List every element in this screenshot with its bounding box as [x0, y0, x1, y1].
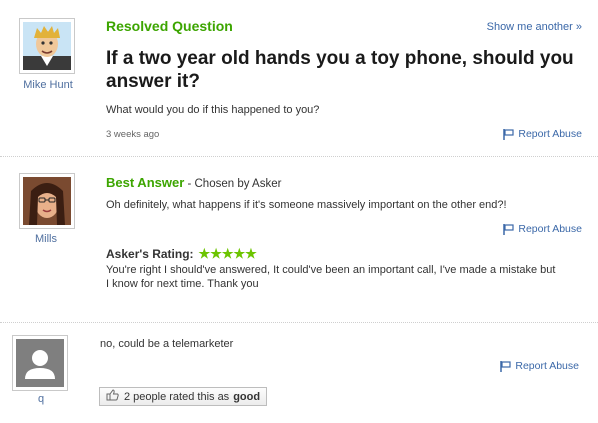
report-abuse-label: Report Abuse — [518, 223, 582, 235]
other-answer-section: q no, could be a telemarketer Report Abu… — [0, 323, 598, 423]
rated-good-button[interactable]: 2 people rated this as good — [99, 387, 268, 406]
askers-rating-label: Asker's Rating: — [106, 247, 194, 261]
other-answerer-avatar[interactable] — [12, 335, 68, 391]
chosen-by-text: - Chosen by Asker — [184, 178, 282, 190]
best-answer-text: Oh definitely, what happens if it's some… — [106, 199, 507, 211]
best-answer-report-abuse[interactable]: Report Abuse — [503, 223, 582, 235]
flag-icon — [503, 129, 514, 140]
flag-icon — [500, 361, 511, 372]
other-answer-report-abuse[interactable]: Report Abuse — [500, 360, 579, 372]
best-answer-section: Mills Best Answer - Chosen by Asker Oh d… — [0, 157, 598, 315]
askers-rating-comment: You're right I should've answered, It co… — [106, 264, 556, 290]
rated-good-label: good — [233, 390, 261, 403]
other-answerer-name[interactable]: q — [1, 393, 81, 405]
askers-rating: Asker's Rating: ★★★★★ — [106, 246, 257, 262]
flag-icon — [503, 224, 514, 235]
asker-name[interactable]: Mike Hunt — [8, 79, 88, 91]
question-details: What would you do if this happened to yo… — [106, 104, 320, 116]
best-answerer-avatar[interactable] — [19, 173, 75, 229]
thumbs-up-icon — [106, 389, 119, 404]
question-section: Mike Hunt Resolved Question Show me anot… — [0, 0, 598, 150]
asker-avatar[interactable] — [19, 18, 75, 74]
default-user-icon — [16, 339, 64, 387]
resolved-question-label: Resolved Question — [106, 18, 233, 34]
best-answerer-name[interactable]: Mills — [6, 233, 86, 245]
rated-count-text: 2 people rated this as — [124, 390, 230, 403]
best-answer-label: Best Answer — [106, 175, 185, 190]
photo-avatar-icon — [23, 177, 71, 225]
question-title: If a two year old hands you a toy phone,… — [106, 48, 574, 92]
other-answer-text: no, could be a telemarketer — [100, 338, 234, 350]
report-abuse-label: Report Abuse — [518, 128, 582, 140]
rating-stars-icon: ★★★★★ — [198, 246, 257, 261]
report-abuse-label: Report Abuse — [515, 360, 579, 372]
cartoon-avatar-icon — [23, 22, 71, 70]
best-answer-heading: Best Answer - Chosen by Asker — [106, 175, 281, 190]
question-report-abuse[interactable]: Report Abuse — [503, 128, 582, 140]
question-timestamp: 3 weeks ago — [106, 129, 160, 140]
show-another-link[interactable]: Show me another » — [487, 21, 582, 33]
